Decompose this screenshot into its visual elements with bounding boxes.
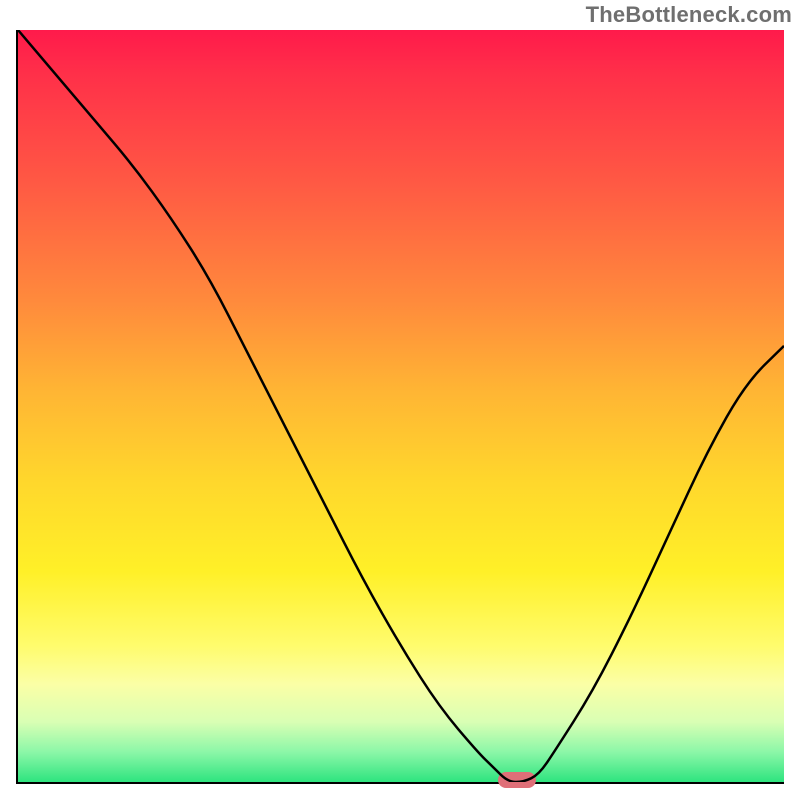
watermark-text: TheBottleneck.com (586, 2, 792, 28)
plot-area (16, 30, 784, 784)
chart-container: TheBottleneck.com (0, 0, 800, 800)
curve-path (18, 30, 784, 782)
bottleneck-curve (18, 30, 784, 782)
